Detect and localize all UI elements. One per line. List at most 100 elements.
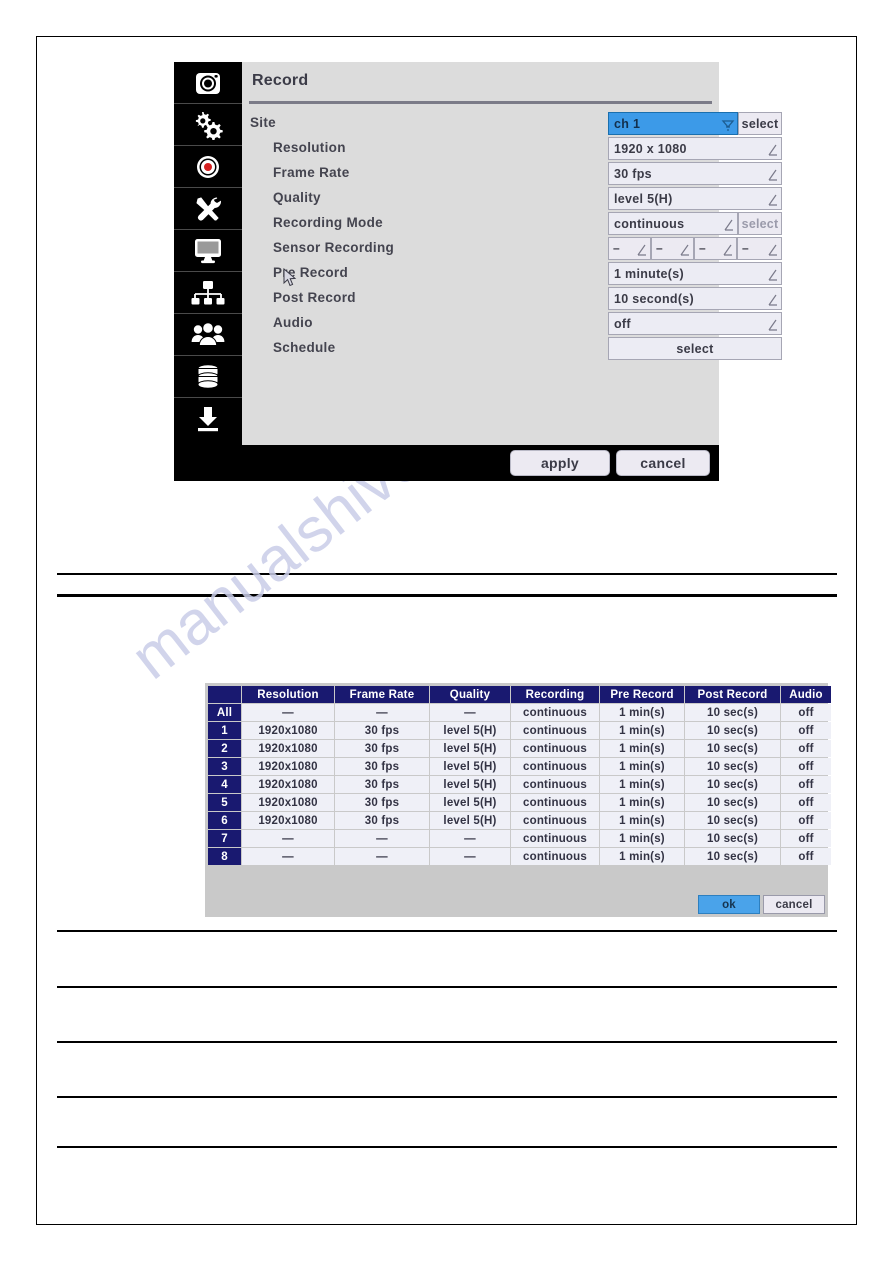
resolution-field[interactable]: 1920 x 1080 — [608, 137, 782, 160]
cell-audio[interactable]: off — [781, 794, 831, 811]
cell-audio[interactable]: off — [781, 722, 831, 739]
cell-recording[interactable]: continuous — [511, 848, 599, 865]
sidebar-item-device[interactable] — [174, 188, 242, 230]
sensor-recording-cell-2[interactable]: – — [651, 237, 694, 260]
apply-button[interactable]: apply — [510, 450, 610, 476]
table-row[interactable]: 8— — — continuous 1 min(s) 10 sec(s) off — [208, 848, 831, 865]
cell-quality[interactable]: — — [430, 848, 510, 865]
cell-resolution[interactable]: — — [242, 704, 334, 721]
row-channel-label[interactable]: 1 — [208, 722, 241, 739]
sensor-recording-cell-1[interactable]: – — [608, 237, 651, 260]
table-row[interactable]: 2 1920x1080 30 fps level 5(H) continuous 1 mi… — [208, 740, 831, 757]
sidebar-item-camera[interactable] — [174, 62, 242, 104]
cell-frame_rate[interactable]: 30 fps — [335, 758, 429, 775]
row-channel-label[interactable]: 8 — [208, 848, 241, 865]
edit-handle-icon[interactable] — [765, 293, 779, 308]
cell-resolution[interactable]: 1920x1080 — [242, 722, 334, 739]
cell-post_record[interactable]: 10 sec(s) — [685, 794, 780, 811]
quality-field[interactable]: level 5(H) — [608, 187, 782, 210]
cell-quality[interactable]: — — [430, 830, 510, 847]
sidebar-item-record[interactable] — [174, 146, 242, 188]
edit-handle-icon[interactable] — [677, 243, 691, 258]
cell-resolution[interactable]: 1920x1080 — [242, 776, 334, 793]
cell-audio[interactable]: off — [781, 812, 831, 829]
table-row[interactable]: 7— — — continuous 1 min(s) 10 sec(s) off — [208, 830, 831, 847]
cell-frame_rate[interactable]: 30 fps — [335, 740, 429, 757]
cell-frame_rate[interactable]: — — [335, 830, 429, 847]
sensor-recording-cell-3[interactable]: – — [694, 237, 737, 260]
pre-record-field[interactable]: 1 minute(s) — [608, 262, 782, 285]
edit-handle-icon[interactable] — [765, 243, 779, 258]
cell-pre_record[interactable]: 1 min(s) — [600, 722, 684, 739]
ok-button[interactable]: ok — [698, 895, 760, 914]
recording-mode-select-button[interactable]: select — [738, 212, 782, 235]
cell-audio[interactable]: off — [781, 848, 831, 865]
cell-frame_rate[interactable]: — — [335, 704, 429, 721]
table-row[interactable]: 3 1920x1080 30 fps level 5(H) continuous 1 mi… — [208, 758, 831, 775]
cell-recording[interactable]: continuous — [511, 776, 599, 793]
row-channel-label[interactable]: 5 — [208, 794, 241, 811]
cell-quality[interactable]: level 5(H) — [430, 722, 510, 739]
cell-audio[interactable]: off — [781, 776, 831, 793]
cell-audio[interactable]: off — [781, 740, 831, 757]
cell-pre_record[interactable]: 1 min(s) — [600, 740, 684, 757]
sensor-recording-cell-4[interactable]: – — [737, 237, 782, 260]
table-row[interactable]: 6 1920x1080 30 fps level 5(H) continuous 1 mi… — [208, 812, 831, 829]
edit-handle-icon[interactable] — [721, 218, 735, 233]
audio-field[interactable]: off — [608, 312, 782, 335]
edit-handle-icon[interactable] — [765, 268, 779, 283]
cell-recording[interactable]: continuous — [511, 740, 599, 757]
table-cancel-button[interactable]: cancel — [763, 895, 825, 914]
cell-quality[interactable]: level 5(H) — [430, 812, 510, 829]
sidebar-item-user[interactable] — [174, 314, 242, 356]
cell-post_record[interactable]: 10 sec(s) — [685, 812, 780, 829]
cell-quality[interactable]: — — [430, 704, 510, 721]
row-channel-label[interactable]: 3 — [208, 758, 241, 775]
row-channel-label[interactable]: All — [208, 704, 241, 721]
cell-pre_record[interactable]: 1 min(s) — [600, 812, 684, 829]
cell-frame_rate[interactable]: 30 fps — [335, 812, 429, 829]
cell-resolution[interactable]: 1920x1080 — [242, 740, 334, 757]
cell-post_record[interactable]: 10 sec(s) — [685, 740, 780, 757]
row-channel-label[interactable]: 2 — [208, 740, 241, 757]
cell-pre_record[interactable]: 1 min(s) — [600, 758, 684, 775]
cancel-button[interactable]: cancel — [616, 450, 710, 476]
cell-frame_rate[interactable]: — — [335, 848, 429, 865]
cell-pre_record[interactable]: 1 min(s) — [600, 848, 684, 865]
cell-resolution[interactable]: — — [242, 848, 334, 865]
cell-pre_record[interactable]: 1 min(s) — [600, 794, 684, 811]
sidebar-item-network[interactable] — [174, 272, 242, 314]
site-select-button[interactable]: select — [738, 112, 782, 135]
cell-quality[interactable]: level 5(H) — [430, 794, 510, 811]
edit-handle-icon[interactable] — [765, 143, 779, 158]
cell-recording[interactable]: continuous — [511, 722, 599, 739]
cell-post_record[interactable]: 10 sec(s) — [685, 848, 780, 865]
edit-handle-icon[interactable] — [765, 193, 779, 208]
post-record-field[interactable]: 10 second(s) — [608, 287, 782, 310]
table-row[interactable]: 1 1920x1080 30 fps level 5(H) continuous 1 mi… — [208, 722, 831, 739]
table-row[interactable]: 4 1920x1080 30 fps level 5(H) continuous 1 mi… — [208, 776, 831, 793]
cell-audio[interactable]: off — [781, 830, 831, 847]
cell-post_record[interactable]: 10 sec(s) — [685, 830, 780, 847]
site-dropdown[interactable]: ch 1 — [608, 112, 738, 135]
cell-resolution[interactable]: — — [242, 830, 334, 847]
cell-pre_record[interactable]: 1 min(s) — [600, 830, 684, 847]
cell-resolution[interactable]: 1920x1080 — [242, 812, 334, 829]
cell-frame_rate[interactable]: 30 fps — [335, 722, 429, 739]
edit-handle-icon[interactable] — [720, 243, 734, 258]
edit-handle-icon[interactable] — [765, 318, 779, 333]
frame-rate-field[interactable]: 30 fps — [608, 162, 782, 185]
row-channel-label[interactable]: 6 — [208, 812, 241, 829]
recording-mode-field[interactable]: continuous — [608, 212, 738, 235]
cell-audio[interactable]: off — [781, 704, 831, 721]
sidebar-item-storage[interactable] — [174, 356, 242, 398]
cell-post_record[interactable]: 10 sec(s) — [685, 776, 780, 793]
schedule-select-button[interactable]: select — [608, 337, 782, 360]
cell-post_record[interactable]: 10 sec(s) — [685, 758, 780, 775]
cell-quality[interactable]: level 5(H) — [430, 740, 510, 757]
row-channel-label[interactable]: 4 — [208, 776, 241, 793]
sidebar-item-backup[interactable] — [174, 398, 242, 440]
table-row[interactable]: All — — — continuous 1 min(s) 10 sec(s) off — [208, 704, 831, 721]
cell-recording[interactable]: continuous — [511, 830, 599, 847]
cell-post_record[interactable]: 10 sec(s) — [685, 704, 780, 721]
